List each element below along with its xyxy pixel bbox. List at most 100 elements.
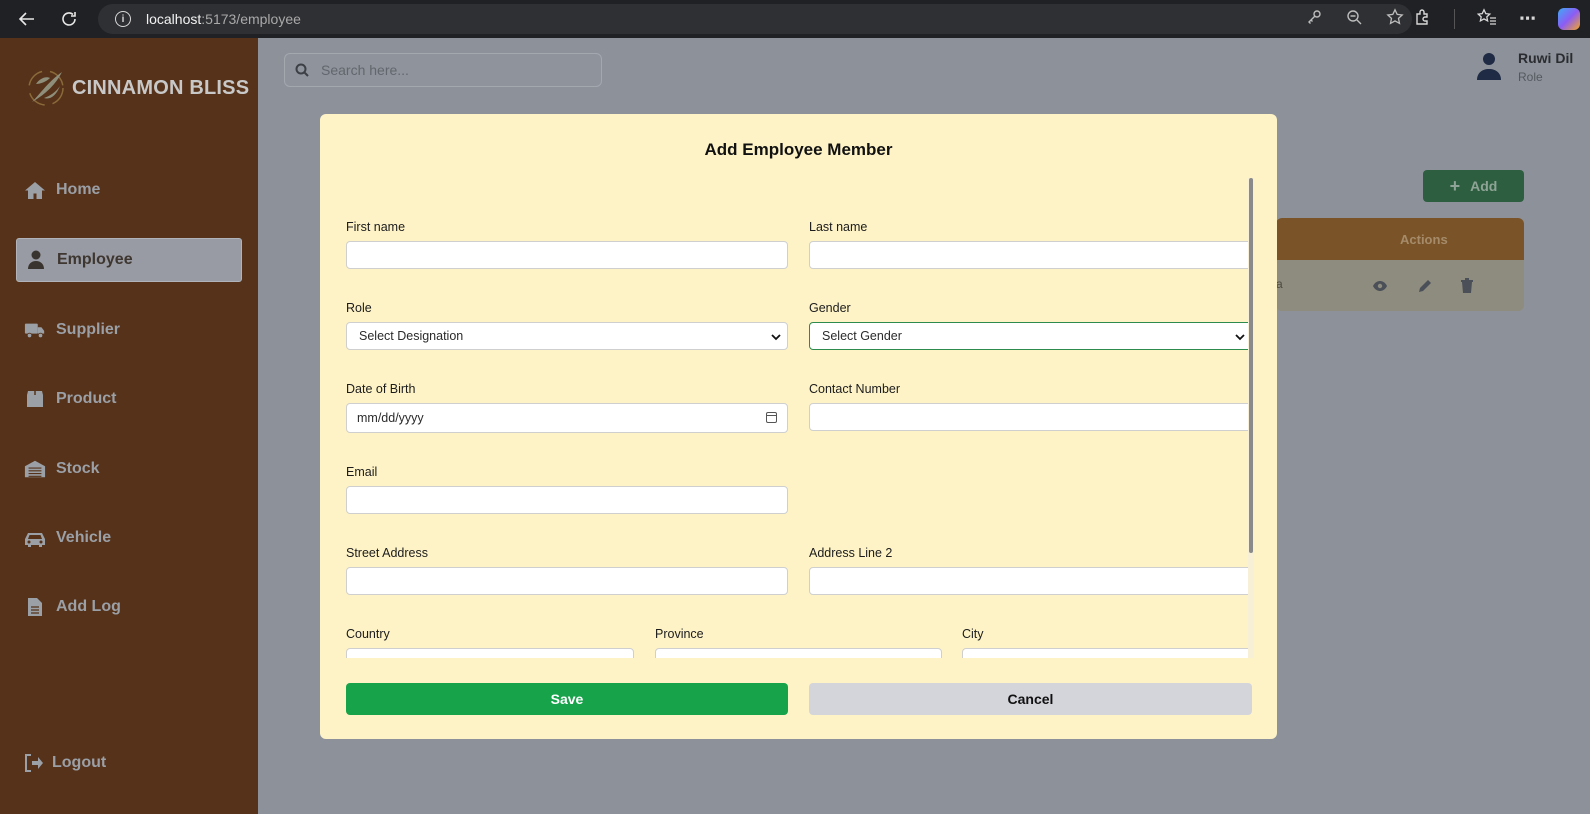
- add-label: Add: [1470, 178, 1498, 194]
- logout-icon: [24, 754, 44, 772]
- actions-header: Actions: [1400, 232, 1448, 247]
- country-field: Country: [346, 627, 634, 658]
- back-icon[interactable]: [12, 4, 42, 34]
- country-label: Country: [346, 627, 390, 641]
- search-placeholder: Search here...: [321, 62, 409, 78]
- document-icon: [24, 597, 46, 617]
- add-employee-modal: Add Employee Member First name Last name…: [320, 114, 1277, 739]
- city-input[interactable]: [962, 648, 1252, 658]
- truck-icon: [24, 320, 46, 340]
- gender-label: Gender: [809, 301, 851, 315]
- gender-select-value: Select Gender: [822, 329, 902, 343]
- view-icon[interactable]: [1372, 278, 1388, 294]
- search-input[interactable]: Search here...: [284, 53, 602, 87]
- browser-chrome: i localhost:5173/employee ⋯: [0, 0, 1590, 38]
- copilot-icon[interactable]: [1558, 8, 1580, 30]
- last-name-field: Last name: [809, 220, 1252, 269]
- info-icon[interactable]: i: [115, 11, 131, 27]
- province-input[interactable]: [655, 648, 942, 658]
- last-name-input[interactable]: [809, 241, 1252, 269]
- calendar-icon[interactable]: [766, 412, 777, 423]
- first-name-input[interactable]: [346, 241, 788, 269]
- sidebar-item-label: Vehicle: [56, 529, 112, 546]
- address2-input[interactable]: [809, 567, 1252, 595]
- address2-field: Address Line 2: [809, 546, 1252, 595]
- sidebar-item-stock[interactable]: Stock: [16, 447, 242, 491]
- home-icon: [24, 180, 46, 200]
- modal-scrollbar[interactable]: [1248, 178, 1254, 658]
- cancel-button[interactable]: Cancel: [809, 683, 1252, 715]
- first-name-field: First name: [346, 220, 788, 269]
- sidebar-item-label: Stock: [56, 460, 100, 477]
- contact-input[interactable]: [809, 403, 1252, 431]
- sidebar-item-product[interactable]: Product: [16, 377, 242, 421]
- reload-icon[interactable]: [54, 4, 84, 34]
- avatar: [1476, 52, 1502, 80]
- logout-label: Logout: [52, 754, 107, 771]
- sidebar-item-supplier[interactable]: Supplier: [16, 308, 242, 352]
- table-row: a: [1276, 260, 1524, 311]
- scrollbar-thumb[interactable]: [1249, 178, 1253, 553]
- dob-input[interactable]: mm/dd/yyyy: [346, 403, 788, 433]
- table-header: Actions: [1276, 218, 1524, 260]
- contact-label: Contact Number: [809, 382, 901, 396]
- row-cell-text: a: [1276, 277, 1283, 291]
- city-field: City: [962, 627, 1252, 658]
- sidebar-item-label: Employee: [57, 251, 133, 268]
- url-path: :5173/employee: [201, 11, 301, 27]
- street-label: Street Address: [346, 546, 428, 560]
- modal-title: Add Employee Member: [704, 140, 893, 159]
- contact-field: Contact Number: [809, 382, 1252, 431]
- search-icon: [295, 63, 309, 77]
- logo: CINNAMON BLISS: [26, 68, 249, 108]
- email-label: Email: [346, 465, 378, 479]
- user-menu[interactable]: Ruwi Dil Role: [1476, 50, 1573, 84]
- sidebar-item-label: Supplier: [56, 321, 121, 338]
- key-icon[interactable]: [1306, 9, 1322, 29]
- email-field: Email: [346, 465, 788, 514]
- sidebar-item-vehicle[interactable]: Vehicle: [16, 516, 242, 560]
- extensions-icon[interactable]: [1414, 8, 1432, 31]
- dob-field: Date of Birth mm/dd/yyyy: [346, 382, 788, 433]
- more-icon[interactable]: ⋯: [1519, 9, 1536, 29]
- divider: [1454, 9, 1455, 29]
- edit-icon[interactable]: [1417, 278, 1433, 294]
- gender-select[interactable]: Select Gender: [809, 322, 1252, 350]
- cinnamon-leaf-icon: [26, 68, 66, 108]
- zoom-out-icon[interactable]: [1346, 9, 1362, 29]
- sidebar: CINNAMON BLISS Home Employee Supplier Pr…: [0, 38, 258, 814]
- email-input[interactable]: [346, 486, 788, 514]
- plus-icon: +: [1449, 175, 1461, 196]
- warehouse-icon: [24, 459, 46, 479]
- star-icon[interactable]: [1386, 8, 1404, 30]
- first-name-label: First name: [346, 220, 406, 234]
- chevron-down-icon: [771, 331, 781, 341]
- add-employee-button[interactable]: + Add: [1423, 170, 1524, 202]
- province-field: Province: [655, 627, 942, 658]
- role-label: Role: [346, 301, 372, 315]
- save-button[interactable]: Save: [346, 683, 788, 715]
- chevron-down-icon: [1235, 331, 1245, 341]
- role-select[interactable]: Select Designation: [346, 322, 788, 350]
- sidebar-item-add-log[interactable]: Add Log: [16, 585, 242, 629]
- modal-form: First name Last name Role Select Designa…: [320, 178, 1277, 658]
- street-field: Street Address: [346, 546, 788, 595]
- brand-name: CINNAMON BLISS: [72, 76, 250, 99]
- street-input[interactable]: [346, 567, 788, 595]
- car-icon: [24, 528, 46, 548]
- url-host: localhost: [146, 11, 202, 27]
- address2-label: Address Line 2: [809, 546, 893, 560]
- user-role: Role: [1518, 70, 1543, 84]
- delete-icon[interactable]: [1460, 278, 1476, 294]
- sidebar-item-label: Home: [56, 181, 101, 198]
- favorites-icon[interactable]: [1476, 7, 1497, 31]
- address-bar[interactable]: i localhost:5173/employee: [98, 4, 1412, 34]
- box-icon: [24, 389, 46, 409]
- gender-field: Gender Select Gender: [809, 301, 1252, 350]
- sidebar-item-home[interactable]: Home: [16, 168, 242, 212]
- country-input[interactable]: [346, 648, 634, 658]
- last-name-label: Last name: [809, 220, 868, 234]
- sidebar-item-employee[interactable]: Employee: [16, 238, 242, 282]
- logout-button[interactable]: Logout: [24, 754, 106, 772]
- user-icon: [25, 250, 47, 270]
